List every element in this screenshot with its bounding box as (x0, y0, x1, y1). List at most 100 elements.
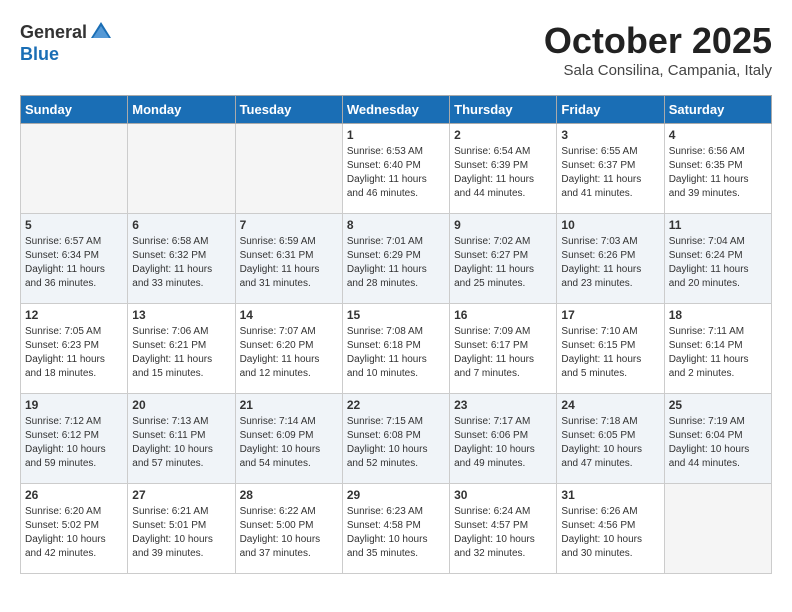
day-number: 15 (347, 308, 445, 322)
day-info: Sunrise: 7:06 AM Sunset: 6:21 PM Dayligh… (132, 325, 230, 381)
title-block: October 2025 Sala Consilina, Campania, I… (544, 20, 772, 79)
day-info: Sunrise: 7:19 AM Sunset: 6:04 PM Dayligh… (669, 415, 767, 471)
weekday-header-wednesday: Wednesday (342, 96, 449, 124)
day-cell-13: 13 Sunrise: 7:06 AM Sunset: 6:21 PM Dayli… (128, 304, 235, 394)
day-cell-9: 9Sunrise: 7:02 AM Sunset: 6:27 PM Daylig… (450, 214, 557, 304)
day-info: Sunrise: 7:10 AM Sunset: 6:15 PM Dayligh… (561, 325, 659, 381)
month-title: October 2025 (544, 20, 772, 62)
day-info: Sunrise: 6:55 AM Sunset: 6:37 PM Dayligh… (561, 145, 659, 201)
day-number: 13 (132, 308, 230, 322)
day-info: Sunrise: 6:22 AM Sunset: 5:00 PM Dayligh… (240, 505, 338, 561)
weekday-header-row: SundayMondayTuesdayWednesdayThursdayFrid… (21, 96, 772, 124)
day-number: 10 (561, 218, 659, 232)
day-info: Sunrise: 6:57 AM Sunset: 6:34 PM Dayligh… (25, 235, 123, 291)
day-number: 2 (454, 128, 552, 142)
day-number: 16 (454, 308, 552, 322)
weekday-header-thursday: Thursday (450, 96, 557, 124)
day-info: Sunrise: 7:11 AM Sunset: 6:14 PM Dayligh… (669, 325, 767, 381)
day-number: 24 (561, 398, 659, 412)
day-info: Sunrise: 6:26 AM Sunset: 4:56 PM Dayligh… (561, 505, 659, 561)
day-number: 27 (132, 488, 230, 502)
day-number: 6 (132, 218, 230, 232)
logo: General Blue (20, 20, 113, 65)
day-cell-15: 15 Sunrise: 7:08 AM Sunset: 6:18 PM Dayli… (342, 304, 449, 394)
day-number: 26 (25, 488, 123, 502)
day-cell-23: 23 Sunrise: 7:17 AM Sunset: 6:06 PM Dayli… (450, 394, 557, 484)
week-row-2: 5 Sunrise: 6:57 AM Sunset: 6:34 PM Daylig… (21, 214, 772, 304)
calendar: SundayMondayTuesdayWednesdayThursdayFrid… (20, 95, 772, 574)
day-info: Sunrise: 6:21 AM Sunset: 5:01 PM Dayligh… (132, 505, 230, 561)
day-info: Sunrise: 7:01 AM Sunset: 6:29 PM Dayligh… (347, 235, 445, 291)
day-cell-6: 6Sunrise: 6:58 AM Sunset: 6:32 PM Daylig… (128, 214, 235, 304)
logo-general: General (20, 22, 87, 43)
day-info: Sunrise: 6:23 AM Sunset: 4:58 PM Dayligh… (347, 505, 445, 561)
day-number: 31 (561, 488, 659, 502)
day-info: Sunrise: 7:15 AM Sunset: 6:08 PM Dayligh… (347, 415, 445, 471)
day-cell-12: 12 Sunrise: 7:05 AM Sunset: 6:23 PM Dayli… (21, 304, 128, 394)
day-info: Sunrise: 7:17 AM Sunset: 6:06 PM Dayligh… (454, 415, 552, 471)
day-cell-5: 5 Sunrise: 6:57 AM Sunset: 6:34 PM Daylig… (21, 214, 128, 304)
day-cell-19: 19 Sunrise: 7:12 AM Sunset: 6:12 PM Dayli… (21, 394, 128, 484)
day-number: 25 (669, 398, 767, 412)
day-cell-31: 31 Sunrise: 6:26 AM Sunset: 4:56 PM Dayli… (557, 484, 664, 574)
day-number: 3 (561, 128, 659, 142)
day-number: 20 (132, 398, 230, 412)
empty-cell (664, 484, 771, 574)
day-info: Sunrise: 7:14 AM Sunset: 6:09 PM Dayligh… (240, 415, 338, 471)
empty-cell (21, 124, 128, 214)
weekday-header-tuesday: Tuesday (235, 96, 342, 124)
day-number: 18 (669, 308, 767, 322)
day-info: Sunrise: 7:18 AM Sunset: 6:05 PM Dayligh… (561, 415, 659, 471)
empty-cell (128, 124, 235, 214)
day-info: Sunrise: 7:07 AM Sunset: 6:20 PM Dayligh… (240, 325, 338, 381)
day-info: Sunrise: 7:03 AM Sunset: 6:26 PM Dayligh… (561, 235, 659, 291)
day-info: Sunrise: 6:20 AM Sunset: 5:02 PM Dayligh… (25, 505, 123, 561)
day-cell-30: 30 Sunrise: 6:24 AM Sunset: 4:57 PM Dayli… (450, 484, 557, 574)
day-cell-3: 3 Sunrise: 6:55 AM Sunset: 6:37 PM Daylig… (557, 124, 664, 214)
day-info: Sunrise: 7:12 AM Sunset: 6:12 PM Dayligh… (25, 415, 123, 471)
day-number: 5 (25, 218, 123, 232)
day-cell-21: 21 Sunrise: 7:14 AM Sunset: 6:09 PM Dayli… (235, 394, 342, 484)
day-cell-24: 24 Sunrise: 7:18 AM Sunset: 6:05 PM Dayli… (557, 394, 664, 484)
day-number: 30 (454, 488, 552, 502)
day-info: Sunrise: 7:05 AM Sunset: 6:23 PM Dayligh… (25, 325, 123, 381)
day-cell-25: 25 Sunrise: 7:19 AM Sunset: 6:04 PM Dayli… (664, 394, 771, 484)
day-info: Sunrise: 6:56 AM Sunset: 6:35 PM Dayligh… (669, 145, 767, 201)
day-info: Sunrise: 7:08 AM Sunset: 6:18 PM Dayligh… (347, 325, 445, 381)
week-row-1: 1Sunrise: 6:53 AM Sunset: 6:40 PM Daylig… (21, 124, 772, 214)
weekday-header-friday: Friday (557, 96, 664, 124)
day-number: 4 (669, 128, 767, 142)
day-info: Sunrise: 6:59 AM Sunset: 6:31 PM Dayligh… (240, 235, 338, 291)
day-cell-2: 2Sunrise: 6:54 AM Sunset: 6:39 PM Daylig… (450, 124, 557, 214)
weekday-header-monday: Monday (128, 96, 235, 124)
day-cell-14: 14 Sunrise: 7:07 AM Sunset: 6:20 PM Dayli… (235, 304, 342, 394)
day-number: 14 (240, 308, 338, 322)
logo-icon (89, 20, 113, 44)
week-row-5: 26 Sunrise: 6:20 AM Sunset: 5:02 PM Dayli… (21, 484, 772, 574)
day-info: Sunrise: 6:53 AM Sunset: 6:40 PM Dayligh… (347, 145, 445, 201)
day-cell-1: 1Sunrise: 6:53 AM Sunset: 6:40 PM Daylig… (342, 124, 449, 214)
day-cell-18: 18 Sunrise: 7:11 AM Sunset: 6:14 PM Dayli… (664, 304, 771, 394)
day-cell-7: 7Sunrise: 6:59 AM Sunset: 6:31 PM Daylig… (235, 214, 342, 304)
day-cell-20: 20Sunrise: 7:13 AM Sunset: 6:11 PM Dayli… (128, 394, 235, 484)
day-cell-16: 16Sunrise: 7:09 AM Sunset: 6:17 PM Dayli… (450, 304, 557, 394)
day-cell-22: 22Sunrise: 7:15 AM Sunset: 6:08 PM Dayli… (342, 394, 449, 484)
day-number: 28 (240, 488, 338, 502)
logo-blue: Blue (20, 44, 59, 65)
day-cell-8: 8 Sunrise: 7:01 AM Sunset: 6:29 PM Daylig… (342, 214, 449, 304)
day-number: 12 (25, 308, 123, 322)
day-cell-27: 27 Sunrise: 6:21 AM Sunset: 5:01 PM Dayli… (128, 484, 235, 574)
day-number: 17 (561, 308, 659, 322)
empty-cell (235, 124, 342, 214)
page-header: General Blue October 2025 Sala Consilina… (20, 20, 772, 79)
day-info: Sunrise: 6:24 AM Sunset: 4:57 PM Dayligh… (454, 505, 552, 561)
day-number: 23 (454, 398, 552, 412)
day-cell-17: 17 Sunrise: 7:10 AM Sunset: 6:15 PM Dayli… (557, 304, 664, 394)
day-number: 21 (240, 398, 338, 412)
day-number: 11 (669, 218, 767, 232)
day-number: 19 (25, 398, 123, 412)
day-cell-26: 26 Sunrise: 6:20 AM Sunset: 5:02 PM Dayli… (21, 484, 128, 574)
location: Sala Consilina, Campania, Italy (544, 62, 772, 79)
weekday-header-sunday: Sunday (21, 96, 128, 124)
day-number: 8 (347, 218, 445, 232)
